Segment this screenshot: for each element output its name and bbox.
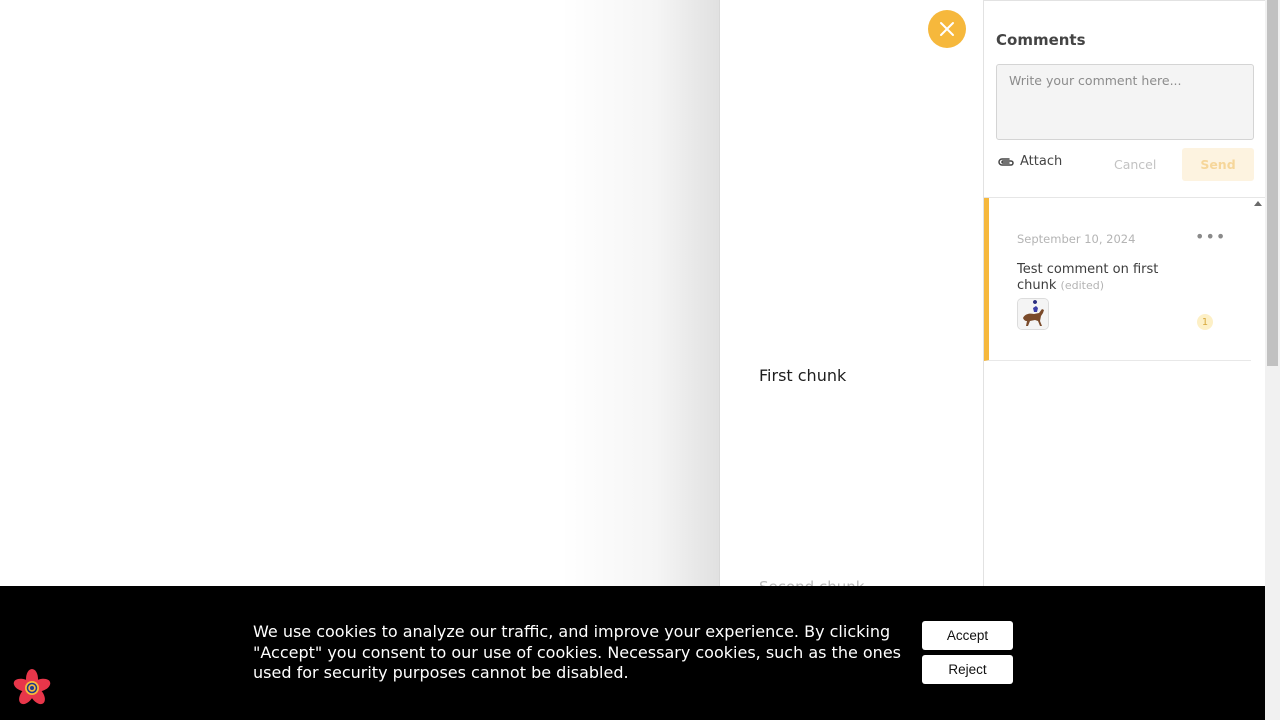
cookie-banner: We use cookies to analyze our traffic, a… [0,586,1265,720]
reject-cookies-button[interactable]: Reject [922,655,1013,684]
attach-label: Attach [1020,154,1063,169]
brand-logo-icon[interactable] [12,668,52,708]
first-chunk-text[interactable]: First chunk [759,366,846,385]
page-scrollbar[interactable] [1265,0,1280,720]
reply-count-badge[interactable]: 1 [1197,314,1213,330]
comments-title: Comments [996,31,1086,49]
page-scrollbar-thumb[interactable] [1267,0,1278,366]
attach-button[interactable]: Attach [997,154,1062,169]
close-icon [940,22,954,36]
close-button[interactable] [928,10,966,48]
comment-input[interactable] [996,64,1254,140]
horse-avatar-icon[interactable] [1017,298,1049,330]
send-button[interactable]: Send [1182,148,1254,181]
cookie-message: We use cookies to analyze our traffic, a… [253,622,901,682]
accept-cookies-button[interactable]: Accept [922,621,1013,650]
comment-edited-label: (edited) [1060,279,1104,292]
more-horizontal-icon[interactable]: ••• [1195,229,1226,245]
scroll-up-arrow-icon[interactable] [1254,201,1262,206]
comment-text: Test comment on first chunk (edited) [1017,262,1177,294]
comment-date: September 10, 2024 [1017,232,1136,246]
comment-card[interactable]: September 10, 2024 ••• Test comment on f… [984,198,1251,361]
paperclip-icon [998,157,1014,166]
cancel-button[interactable]: Cancel [1114,157,1156,172]
